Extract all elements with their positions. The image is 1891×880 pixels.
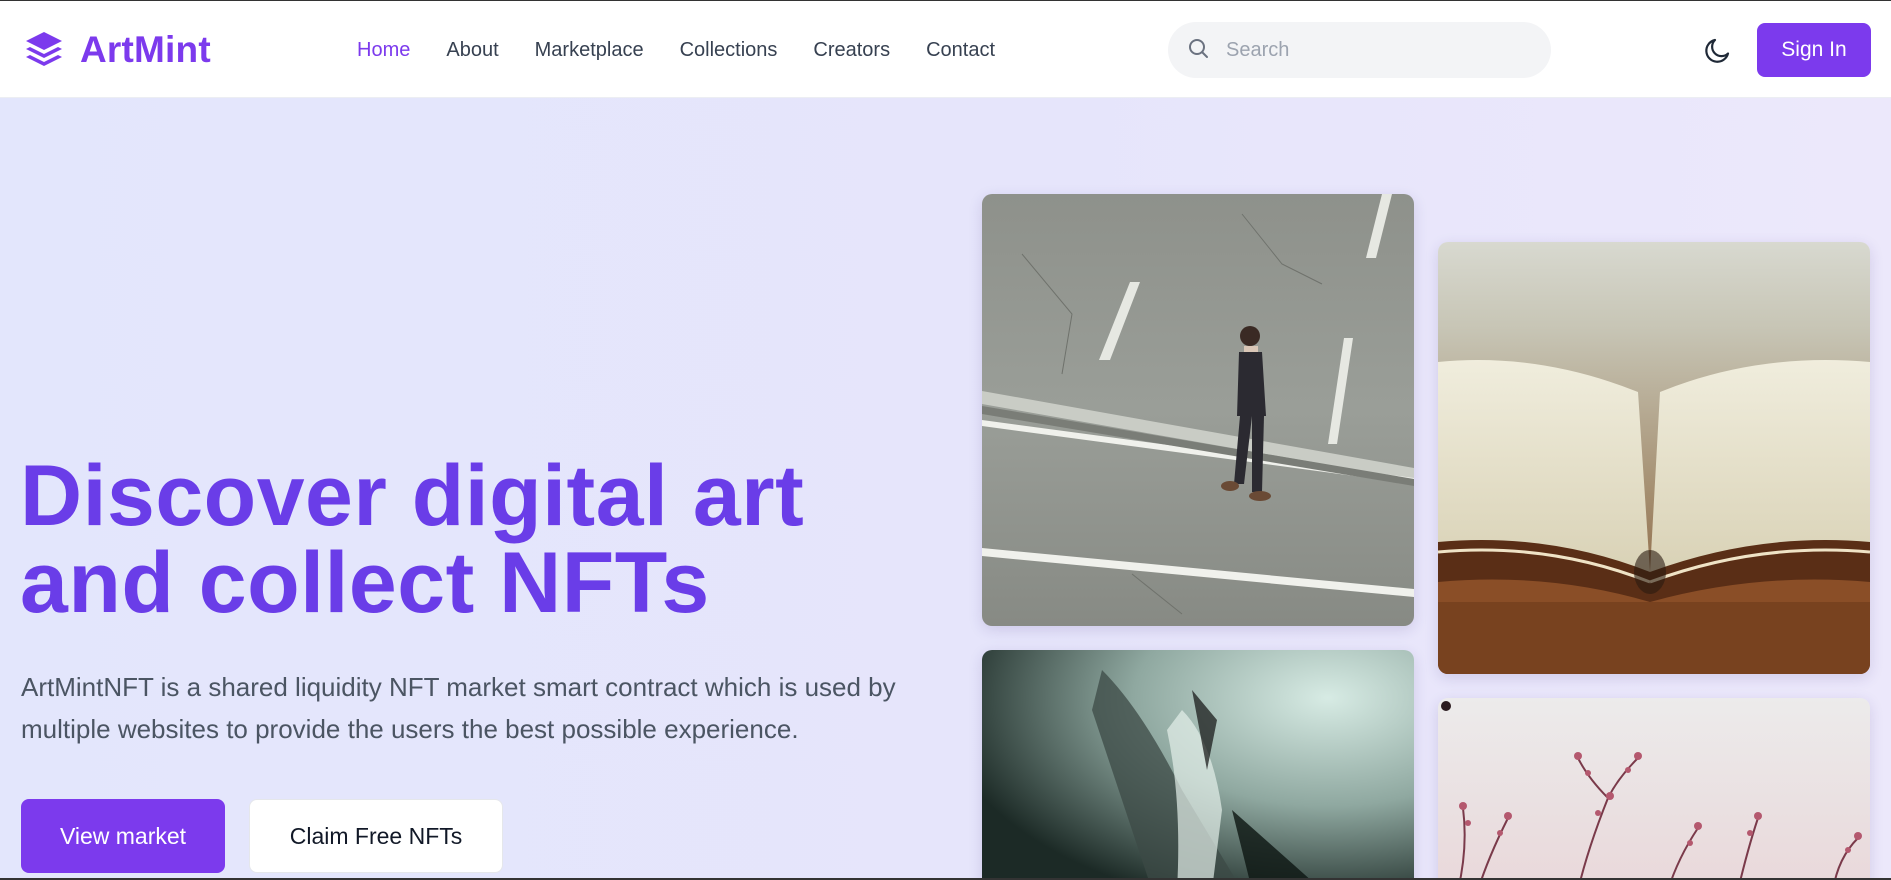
blossom-branches-image[interactable]: [1438, 698, 1870, 880]
moon-icon[interactable]: [1702, 34, 1734, 66]
hero-description: ArtMintNFT is a shared liquidity NFT mar…: [21, 672, 896, 744]
top-header: ArtMint Home About Marketplace Collectio…: [0, 2, 1891, 98]
main-nav: Home About Marketplace Collections Creat…: [357, 2, 1031, 98]
claim-free-nfts-button[interactable]: Claim Free NFTs: [249, 799, 503, 873]
nav-creators[interactable]: Creators: [813, 39, 890, 62]
nav-about[interactable]: About: [446, 39, 498, 62]
view-market-button[interactable]: View market: [21, 799, 225, 873]
blurred-abstract-image[interactable]: [982, 650, 1414, 880]
nav-marketplace[interactable]: Marketplace: [535, 39, 644, 62]
hero-section: Discover digital art and collect NFTs Ar…: [0, 98, 1891, 880]
nav-contact[interactable]: Contact: [926, 39, 995, 62]
search-icon: [1186, 36, 1210, 65]
hero-title-line1: Discover digital art: [20, 448, 805, 544]
sign-in-button[interactable]: Sign In: [1757, 23, 1871, 77]
search-input[interactable]: [1226, 38, 1526, 62]
open-book-image[interactable]: [1438, 242, 1870, 674]
layers-icon: [22, 28, 66, 72]
logo-text: ArtMint: [80, 29, 211, 70]
search-box: [1168, 22, 1551, 78]
nav-home[interactable]: Home: [357, 39, 410, 62]
nav-collections[interactable]: Collections: [680, 39, 778, 62]
hero-title-line2: and collect NFTs: [20, 535, 710, 631]
man-walking-on-road-image[interactable]: [982, 194, 1414, 626]
hero-title: Discover digital art and collect NFTs: [20, 453, 920, 627]
logo[interactable]: ArtMint: [22, 28, 211, 72]
